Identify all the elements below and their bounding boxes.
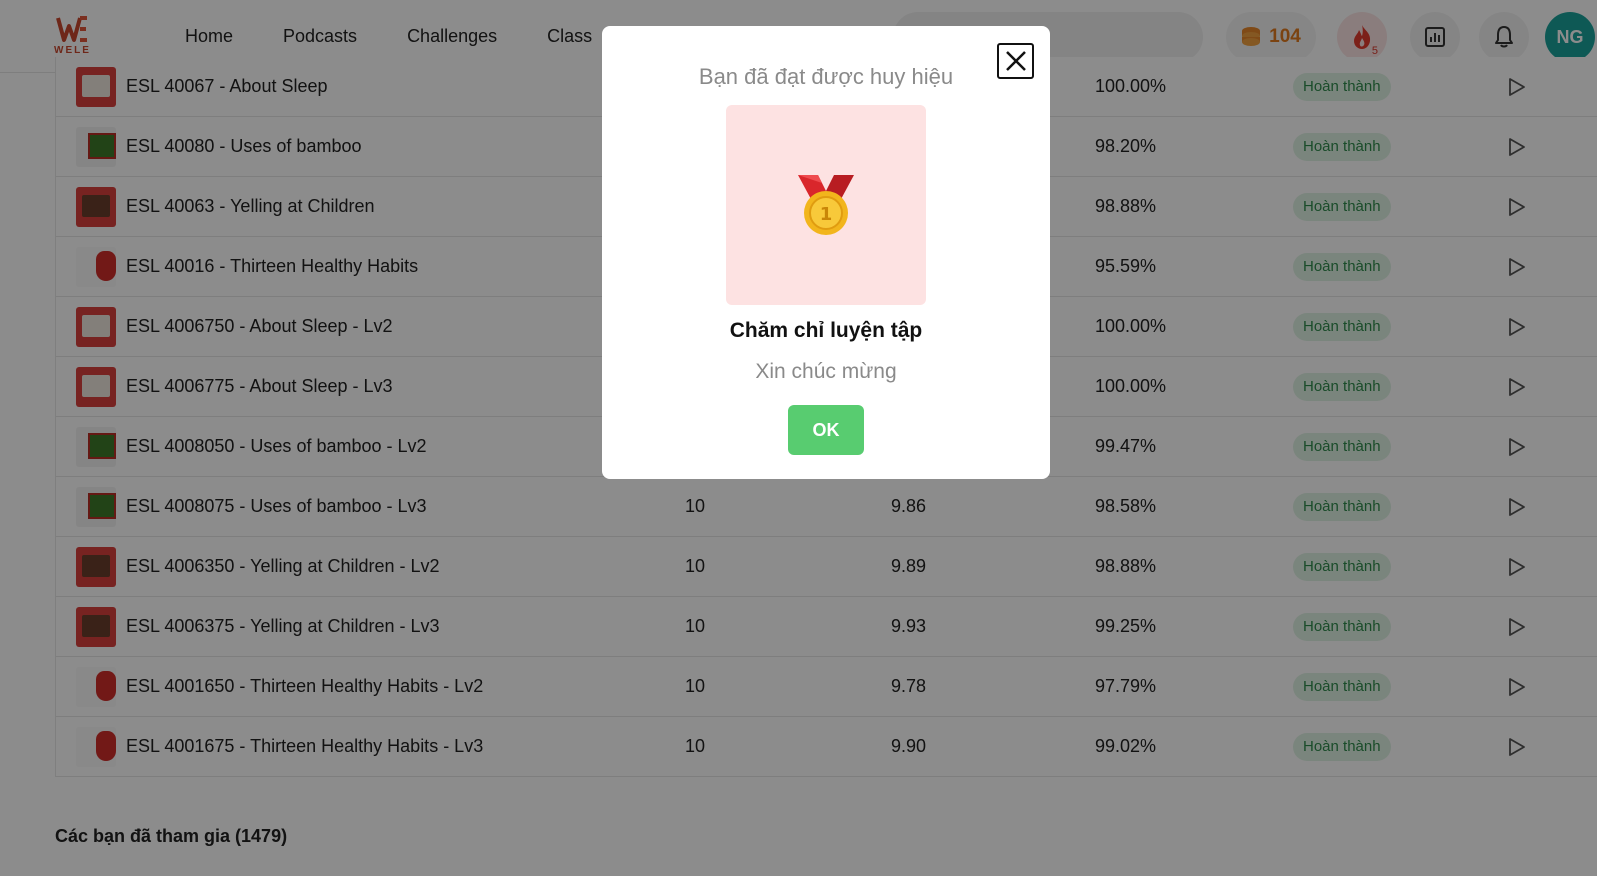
modal-heading: Bạn đã đạt được huy hiệu bbox=[698, 64, 954, 89]
badge-name: Chăm chỉ luyện tập bbox=[729, 319, 923, 342]
gold-medal-icon: 1 bbox=[798, 175, 854, 235]
medal-number: 1 bbox=[820, 204, 833, 225]
congrats-text: Xin chúc mừng bbox=[755, 360, 897, 383]
badge-award-modal: Bạn đã đạt được huy hiệu 1 Chăm chỉ luyệ… bbox=[602, 26, 1050, 479]
badge-image: 1 bbox=[726, 105, 926, 305]
ok-button[interactable]: OK bbox=[788, 405, 864, 455]
